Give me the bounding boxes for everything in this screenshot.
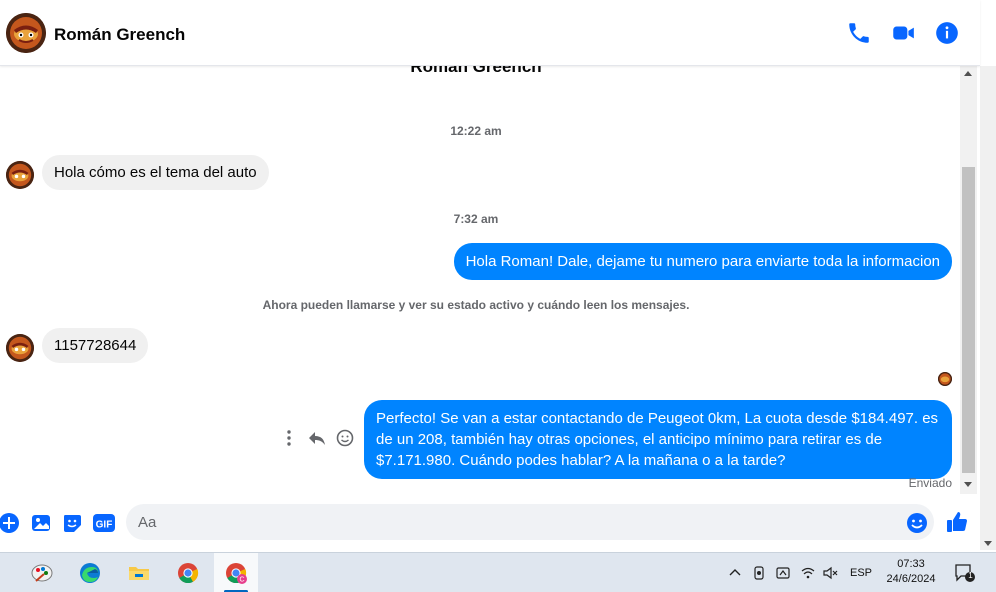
scrollbar[interactable]: [960, 66, 977, 494]
svg-text:C: C: [239, 577, 244, 584]
conversation-top-name: Román Greench: [410, 66, 542, 76]
paint-icon[interactable]: [20, 553, 64, 592]
message-avatar[interactable]: [6, 334, 34, 362]
contact-avatar[interactable]: [6, 13, 46, 53]
page-scroll-down-icon[interactable]: [984, 541, 992, 546]
scroll-thumb[interactable]: [962, 167, 975, 473]
reply-icon[interactable]: [307, 428, 327, 448]
edge-icon[interactable]: [68, 553, 112, 592]
emoji-react-icon[interactable]: [335, 428, 355, 448]
chat-header: Román Greench: [0, 0, 980, 66]
gif-label: GIF: [96, 520, 113, 531]
composer: GIF: [0, 494, 980, 550]
more-icon[interactable]: [279, 428, 299, 448]
outgoing-message[interactable]: Perfecto! Se van a estar contactando de …: [364, 400, 952, 479]
message-avatar[interactable]: [6, 161, 34, 189]
incoming-message[interactable]: 1157728644: [42, 328, 149, 363]
taskbar: C ESP 07:33 24/6/2024 1: [0, 552, 996, 592]
timestamp: 12:22 am: [450, 124, 502, 138]
notification-icon[interactable]: 1: [954, 563, 976, 583]
meet-now-icon[interactable]: [751, 565, 767, 581]
emoji-icon[interactable]: [906, 512, 928, 534]
speaker-muted-icon[interactable]: [822, 565, 838, 581]
outgoing-message[interactable]: Hola Roman! Dale, dejame tu numero para …: [453, 243, 952, 280]
clock-date: 24/6/2024: [886, 573, 936, 585]
plus-icon[interactable]: [0, 512, 20, 534]
wifi-icon[interactable]: [800, 565, 816, 581]
chrome-icon[interactable]: [166, 553, 210, 592]
conversation-area[interactable]: Román Greench 12:22 am Hola cómo es el t…: [0, 66, 960, 494]
chevron-up-icon[interactable]: [727, 565, 743, 581]
message-input[interactable]: [126, 504, 934, 540]
incoming-message[interactable]: Hola cómo es el tema del auto: [42, 155, 269, 190]
seen-avatar: [938, 372, 952, 386]
contact-name[interactable]: Román Greench: [54, 25, 185, 45]
clock[interactable]: 07:33 24/6/2024: [878, 557, 944, 587]
onedrive-icon[interactable]: [775, 565, 791, 581]
image-icon[interactable]: [30, 512, 52, 534]
scroll-down-arrow-icon[interactable]: [964, 482, 972, 487]
timestamp: 7:32 am: [453, 212, 499, 226]
notification-count: 1: [968, 571, 973, 580]
chrome-profile-icon[interactable]: C: [214, 553, 258, 592]
info-icon[interactable]: [934, 20, 960, 46]
sticker-icon[interactable]: [61, 512, 83, 534]
messenger-window: Román Greench Román Greench 12:22 am Hol…: [0, 0, 996, 592]
window-edge: [980, 66, 996, 550]
clock-time: 07:33: [897, 558, 925, 570]
system-note: Ahora pueden llamarse y ver su estado ac…: [262, 298, 690, 312]
phone-icon[interactable]: [846, 20, 872, 46]
file-explorer-icon[interactable]: [117, 553, 161, 592]
like-icon[interactable]: [945, 510, 969, 532]
language-indicator[interactable]: ESP: [850, 567, 872, 579]
video-call-icon[interactable]: [890, 20, 916, 46]
scroll-up-arrow-icon[interactable]: [964, 71, 972, 76]
gif-icon[interactable]: GIF: [92, 512, 116, 534]
delivery-status: Enviado: [908, 476, 952, 490]
